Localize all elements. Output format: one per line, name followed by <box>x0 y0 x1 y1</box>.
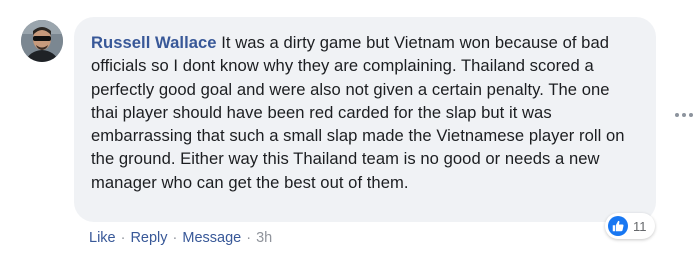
author-name[interactable]: Russell Wallace <box>91 33 217 52</box>
comment-text: It was a dirty game but Vietnam won beca… <box>91 33 625 192</box>
reply-link[interactable]: Reply <box>130 230 167 246</box>
comment: Russell Wallace It was a dirty game but … <box>0 0 700 259</box>
more-options-button[interactable] <box>675 108 693 122</box>
more-options-icon <box>689 113 693 117</box>
separator: · <box>172 230 178 246</box>
message-link[interactable]: Message <box>182 230 241 246</box>
more-options-icon <box>682 113 686 117</box>
thumbs-up-icon <box>612 220 624 232</box>
separator: · <box>246 230 252 246</box>
like-icon <box>608 216 628 236</box>
reaction-summary[interactable]: 11 <box>605 213 655 239</box>
comment-bubble: Russell Wallace It was a dirty game but … <box>74 17 656 222</box>
comment-body: Russell Wallace It was a dirty game but … <box>91 31 638 194</box>
more-options-icon <box>675 113 679 117</box>
timestamp[interactable]: 3h <box>256 230 272 246</box>
reaction-count: 11 <box>633 218 647 234</box>
comment-actions: Like · Reply · Message · 3h <box>89 230 272 246</box>
separator: · <box>120 230 126 246</box>
avatar[interactable] <box>21 20 63 62</box>
avatar-photo <box>21 20 63 62</box>
like-link[interactable]: Like <box>89 230 116 246</box>
